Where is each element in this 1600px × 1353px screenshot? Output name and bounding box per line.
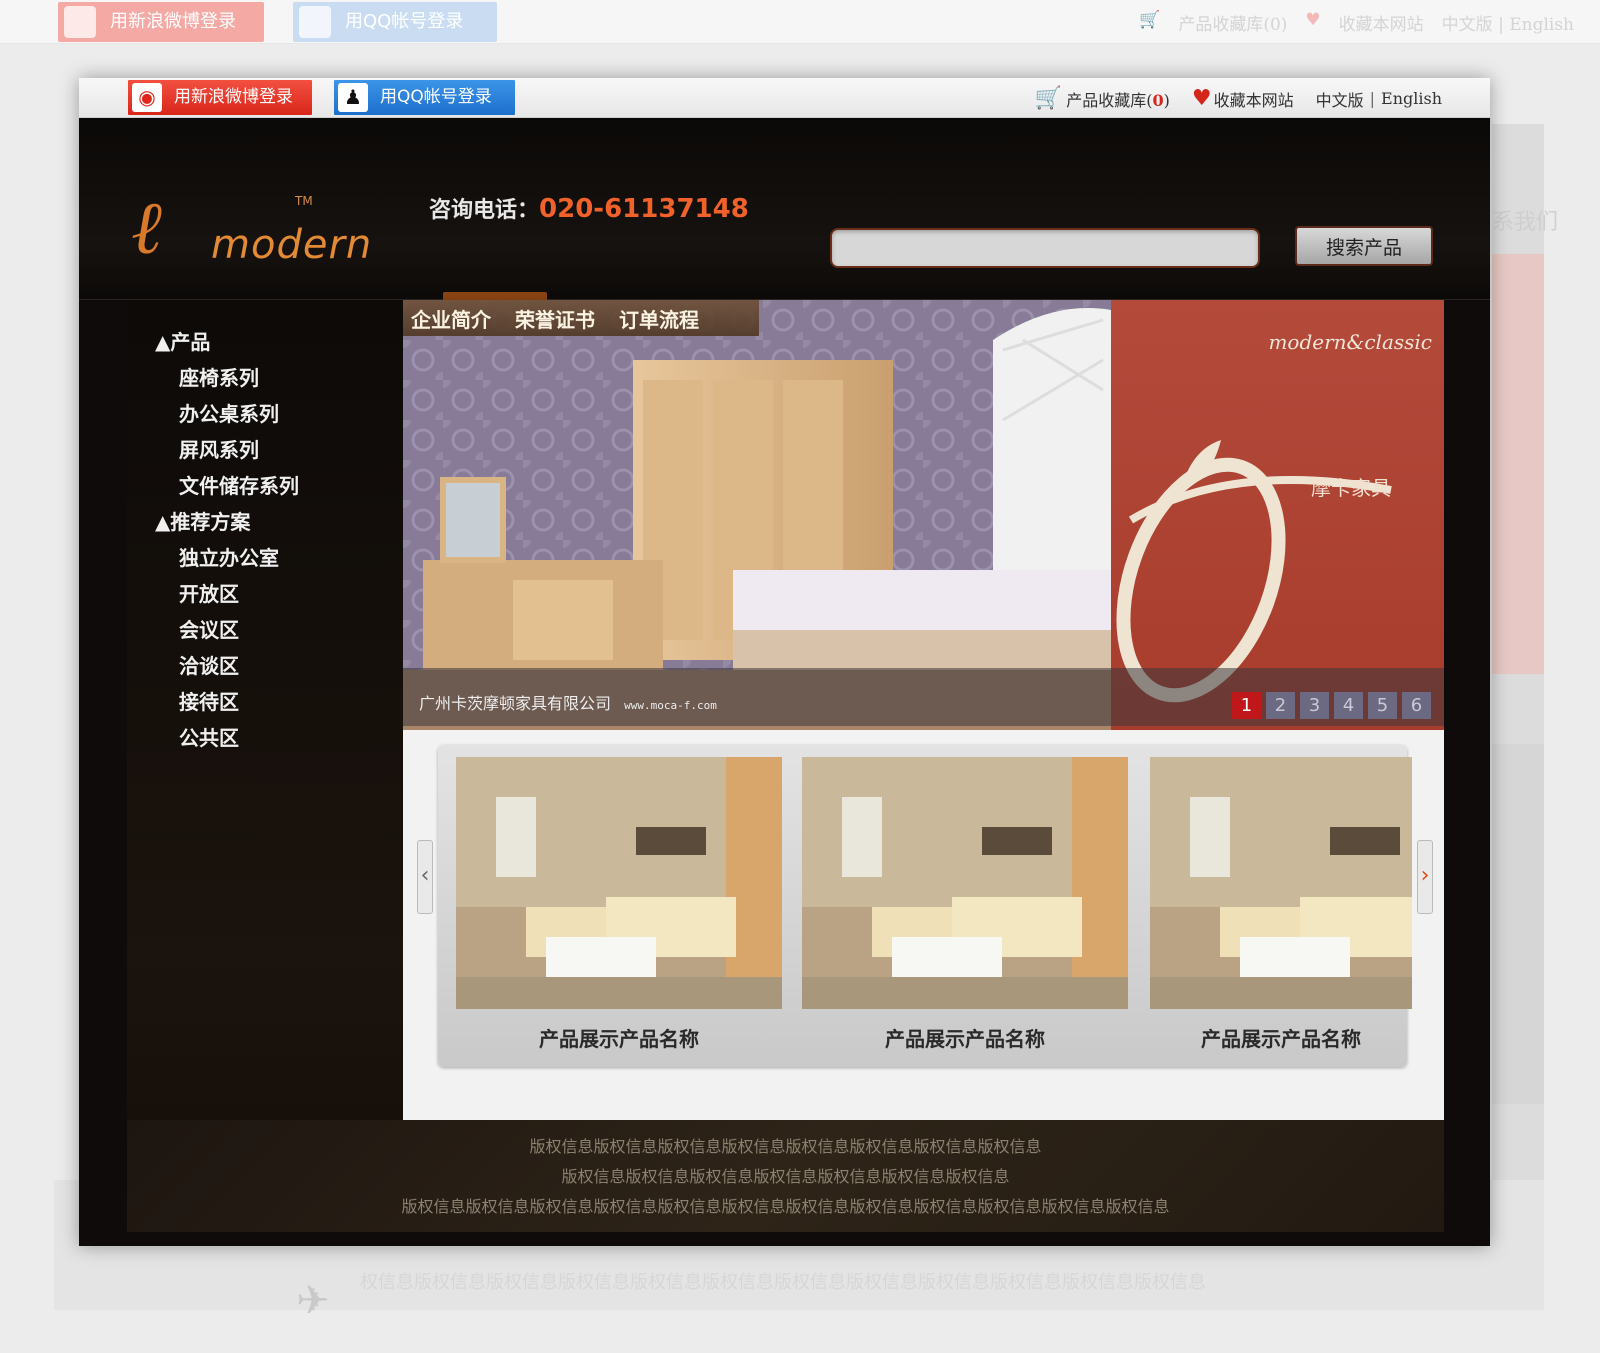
background-bookmark: 收藏本网站 bbox=[1338, 15, 1424, 35]
brand-panel: modern&classic 摩卡家具 bbox=[1111, 300, 1444, 730]
pager-button-4[interactable]: 4 bbox=[1334, 692, 1363, 719]
background-banner-edge bbox=[1492, 254, 1544, 674]
gallery-next-arrow[interactable]: › bbox=[1417, 840, 1433, 914]
sidebar-item-seating[interactable]: 座椅系列 bbox=[155, 360, 299, 396]
shopping-cart-icon: 🛒 bbox=[1034, 86, 1063, 111]
chevron-right-icon: › bbox=[1420, 863, 1430, 888]
qq-penguin-icon bbox=[299, 6, 331, 38]
brand-cn-name: 摩卡家具 bbox=[1311, 476, 1391, 500]
pager-button-3[interactable]: 3 bbox=[1300, 692, 1329, 719]
top-bar: ◉ 用新浪微博登录 ♟ 用QQ帐号登录 🛒 产品收藏库(0) ♥ 收藏本网站 中… bbox=[79, 78, 1490, 118]
sidebar-item-screens[interactable]: 屏风系列 bbox=[155, 432, 299, 468]
footer-copyright-line: 版权信息版权信息版权信息版权信息版权信息版权信息版权信息 bbox=[561, 1167, 1010, 1186]
background-side-text: 系我们 bbox=[1492, 210, 1559, 235]
background-weibo-button: 用新浪微博登录 bbox=[58, 2, 264, 42]
banner-pager: 1 2 3 4 5 6 bbox=[1232, 692, 1431, 719]
search-button[interactable]: 搜索产品 bbox=[1295, 226, 1433, 266]
hotline: 咨询电话：020-61137148 bbox=[429, 192, 749, 224]
footer-copyright-line: 版权信息版权信息版权信息版权信息版权信息版权信息版权信息版权信息版权信息版权信息… bbox=[401, 1197, 1170, 1216]
sidebar-item-reception-area[interactable]: 接待区 bbox=[155, 684, 299, 720]
main-content: modern&classic 摩卡家具 企业简介 荣誉证书 订单流程 广州卡茨摩… bbox=[403, 300, 1444, 1120]
sidebar-item-open-area[interactable]: 开放区 bbox=[155, 576, 299, 612]
background-side-strip: 系我们 bbox=[1492, 124, 1558, 1184]
sidebar-item-discussion-area[interactable]: 洽谈区 bbox=[155, 648, 299, 684]
banner-caption-company: 广州卡茨摩顿家具有限公司 bbox=[419, 694, 612, 713]
weibo-icon: ◉ bbox=[132, 83, 162, 112]
favorites-count: 0 bbox=[1152, 90, 1164, 110]
sidebar-item-file-storage[interactable]: 文件储存系列 bbox=[155, 468, 299, 504]
subnav-item-honors[interactable]: 荣誉证书 bbox=[515, 304, 595, 333]
background-gallery-edge bbox=[1492, 744, 1544, 1104]
weibo-login-label: 用新浪微博登录 bbox=[174, 87, 293, 107]
search-input[interactable] bbox=[830, 228, 1260, 268]
product-thumbnail bbox=[456, 757, 782, 1009]
favorites-label: 产品收藏库 bbox=[1066, 90, 1147, 110]
heart-icon: ♥ bbox=[1191, 86, 1212, 111]
qq-penguin-icon: ♟ bbox=[338, 83, 368, 112]
pager-button-5[interactable]: 5 bbox=[1368, 692, 1397, 719]
site-logo[interactable]: ℓ TM modern bbox=[127, 180, 371, 280]
weibo-login-button[interactable]: ◉ 用新浪微博登录 bbox=[128, 80, 312, 115]
lang-en-link[interactable]: English bbox=[1381, 89, 1442, 108]
sidebar-item-private-office[interactable]: 独立办公室 bbox=[155, 540, 299, 576]
logo-swirl-icon: ℓ bbox=[131, 185, 162, 271]
qq-login-button[interactable]: ♟ 用QQ帐号登录 bbox=[334, 80, 515, 115]
logo-tm: TM bbox=[295, 194, 313, 208]
hotline-label: 咨询电话： bbox=[429, 198, 540, 223]
product-thumbnail bbox=[1150, 757, 1412, 1009]
background-qq-label: 用QQ帐号登录 bbox=[345, 11, 464, 32]
site-footer: 版权信息版权信息版权信息版权信息版权信息版权信息版权信息版权信息 版权信息版权信… bbox=[127, 1120, 1444, 1232]
sidebar-item-recommended[interactable]: ▲推荐方案 bbox=[155, 504, 299, 540]
site-header: ℓ TM modern 咨询电话：020-61137148 搜索产品 首页 关于… bbox=[79, 118, 1490, 332]
hotline-number: 020-61137148 bbox=[539, 194, 749, 224]
qq-login-label: 用QQ帐号登录 bbox=[380, 87, 492, 107]
background-topbar: 用新浪微博登录 用QQ帐号登录 🛒 产品收藏库(0) ♥ 收藏本网站 中文版 |… bbox=[0, 0, 1600, 44]
weibo-icon bbox=[64, 6, 96, 38]
sidebar: ▲产品 座椅系列 办公桌系列 屏风系列 文件储存系列 ▲推荐方案 独立办公室 开… bbox=[127, 300, 403, 1120]
favorites-link[interactable]: 产品收藏库(0) bbox=[1066, 87, 1170, 111]
product-card-title: 产品展示产品名称 bbox=[885, 1027, 1045, 1051]
background-footer-text: 权信息版权信息版权信息版权信息版权信息版权信息版权信息版权信息版权信息版权信息版… bbox=[360, 1272, 1206, 1293]
product-card-title: 产品展示产品名称 bbox=[539, 1027, 699, 1051]
shopping-cart-icon: 🛒 bbox=[1139, 10, 1161, 30]
pager-button-1[interactable]: 1 bbox=[1232, 692, 1261, 719]
background-qq-button: 用QQ帐号登录 bbox=[293, 2, 497, 42]
background-lang: 中文版 | English bbox=[1441, 15, 1574, 35]
product-card-title: 产品展示产品名称 bbox=[1201, 1027, 1361, 1051]
brand-logo-text: modern&classic bbox=[1268, 330, 1432, 354]
pager-button-6[interactable]: 6 bbox=[1402, 692, 1431, 719]
background-favorites: 产品收藏库(0) bbox=[1178, 15, 1288, 35]
sidebar-item-products[interactable]: ▲产品 bbox=[155, 324, 299, 360]
banner-caption: 广州卡茨摩顿家具有限公司 www.moca-f.com bbox=[419, 690, 717, 714]
background-weibo-label: 用新浪微博登录 bbox=[110, 11, 236, 32]
heart-icon: ♥ bbox=[1305, 10, 1321, 30]
sidebar-item-public-area[interactable]: 公共区 bbox=[155, 720, 299, 756]
sub-nav: 企业简介 荣誉证书 订单流程 bbox=[403, 300, 759, 336]
product-gallery: 产品展示产品名称 产品展示产品名称 产品展示产品名称 bbox=[438, 745, 1412, 1067]
footer-copyright-line: 版权信息版权信息版权信息版权信息版权信息版权信息版权信息版权信息 bbox=[529, 1137, 1042, 1156]
sidebar-list: ▲产品 座椅系列 办公桌系列 屏风系列 文件储存系列 ▲推荐方案 独立办公室 开… bbox=[155, 324, 299, 756]
subnav-item-company-profile[interactable]: 企业简介 bbox=[411, 304, 491, 333]
banner-caption-url: www.moca-f.com bbox=[624, 699, 717, 712]
product-card[interactable]: 产品展示产品名称 bbox=[456, 757, 782, 1052]
product-card[interactable]: 产品展示产品名称 bbox=[802, 757, 1128, 1052]
banner-slideshow[interactable]: modern&classic 摩卡家具 企业简介 荣誉证书 订单流程 广州卡茨摩… bbox=[403, 300, 1444, 730]
background-top-links: 🛒 产品收藏库(0) ♥ 收藏本网站 中文版 | English bbox=[1139, 10, 1574, 35]
gallery-prev-arrow[interactable]: ‹ bbox=[417, 840, 433, 914]
pager-button-2[interactable]: 2 bbox=[1266, 692, 1295, 719]
lang-cn-link[interactable]: 中文版 bbox=[1316, 87, 1364, 111]
sidebar-item-meeting-area[interactable]: 会议区 bbox=[155, 612, 299, 648]
bedroom-photo bbox=[403, 300, 1111, 730]
top-links: 🛒 产品收藏库(0) ♥ 收藏本网站 中文版 | English bbox=[1035, 86, 1442, 111]
page-window: ◉ 用新浪微博登录 ♟ 用QQ帐号登录 🛒 产品收藏库(0) ♥ 收藏本网站 中… bbox=[79, 78, 1490, 1246]
favorites-close-paren: ) bbox=[1163, 90, 1170, 110]
subnav-item-order-process[interactable]: 订单流程 bbox=[619, 304, 699, 333]
sidebar-item-desks[interactable]: 办公桌系列 bbox=[155, 396, 299, 432]
product-card[interactable]: 产品展示产品名称 bbox=[1150, 757, 1412, 1052]
lang-separator: | bbox=[1369, 89, 1376, 108]
bookmark-site-link[interactable]: 收藏本网站 bbox=[1214, 87, 1294, 111]
product-thumbnail bbox=[802, 757, 1128, 1009]
logo-text: modern bbox=[211, 222, 373, 268]
chevron-left-icon: ‹ bbox=[420, 863, 430, 888]
